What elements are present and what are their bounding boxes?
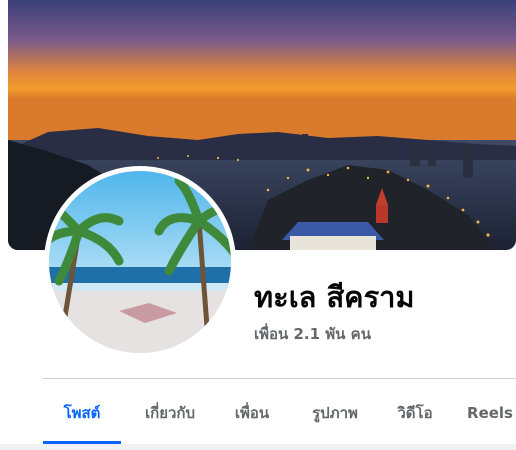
tab-label: เกี่ยวกับ [144,404,196,422]
tab-about[interactable]: เกี่ยวกับ [135,382,205,444]
divider [43,378,516,379]
tab-label: วิดีโอ [397,404,433,422]
tab-friends[interactable]: เพื่อน [227,382,277,444]
section-separator [0,444,516,450]
tab-label: Reels [467,404,513,422]
friends-count[interactable]: เพื่อน 2.1 พัน คน [254,322,371,346]
tab-label: โพสต์ [63,404,101,422]
profile-picture-frame[interactable] [44,166,236,358]
tab-label: รูปภาพ [312,404,358,422]
tab-reels[interactable]: Reels [467,382,513,444]
profile-name: ทะเล สีคราม [254,280,415,314]
tab-photos[interactable]: รูปภาพ [305,382,365,444]
tab-label: เพื่อน [234,404,270,422]
tab-posts[interactable]: โพสต์ [43,382,121,444]
tab-videos[interactable]: วิดีโอ [391,382,439,444]
profile-tabs: โพสต์ เกี่ยวกับ เพื่อน รูปภาพ วิดีโอ Ree… [43,382,516,444]
profile-picture[interactable] [49,171,231,353]
